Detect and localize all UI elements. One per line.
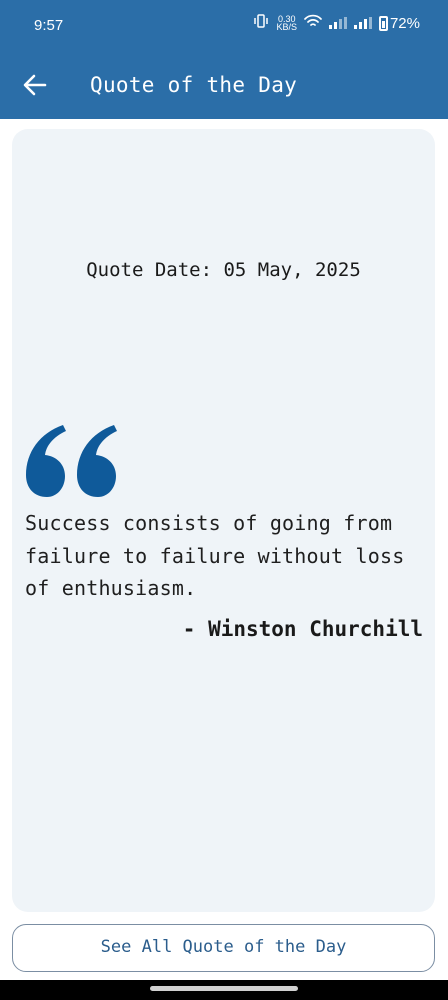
signal-icon-2 [353, 17, 372, 29]
page-title: Quote of the Day [90, 73, 298, 97]
battery-icon [378, 15, 388, 31]
status-icons: 0.30 KB/S 72% [253, 14, 420, 32]
quote-card: Quote Date: 05 May, 2025 Success consist… [12, 129, 435, 912]
wifi-icon [304, 14, 322, 32]
back-button[interactable] [20, 70, 50, 100]
battery-percent: 72% [389, 14, 420, 32]
arrow-left-icon [23, 74, 47, 96]
quote-text: Success consists of going from failure t… [25, 511, 405, 600]
battery-indicator: 72% [378, 14, 420, 32]
quote-mark-icon [26, 425, 117, 497]
vibrate-icon [253, 14, 269, 32]
home-indicator[interactable] [150, 986, 298, 991]
status-time: 9:57 [34, 17, 64, 34]
net-speed-unit: KB/S [276, 22, 297, 32]
app-bar: 9:57 0.30 KB/S 72% Quote of the Day [0, 0, 448, 119]
quote-date: Quote Date: 05 May, 2025 [86, 259, 361, 281]
status-bar: 9:57 0.30 KB/S 72% [0, 0, 448, 52]
see-all-quotes-button[interactable]: See All Quote of the Day [12, 924, 435, 972]
quote-author: - Winston Churchill [182, 617, 423, 641]
net-speed: 0.30 KB/S [276, 15, 297, 32]
signal-icon-1 [328, 17, 347, 29]
